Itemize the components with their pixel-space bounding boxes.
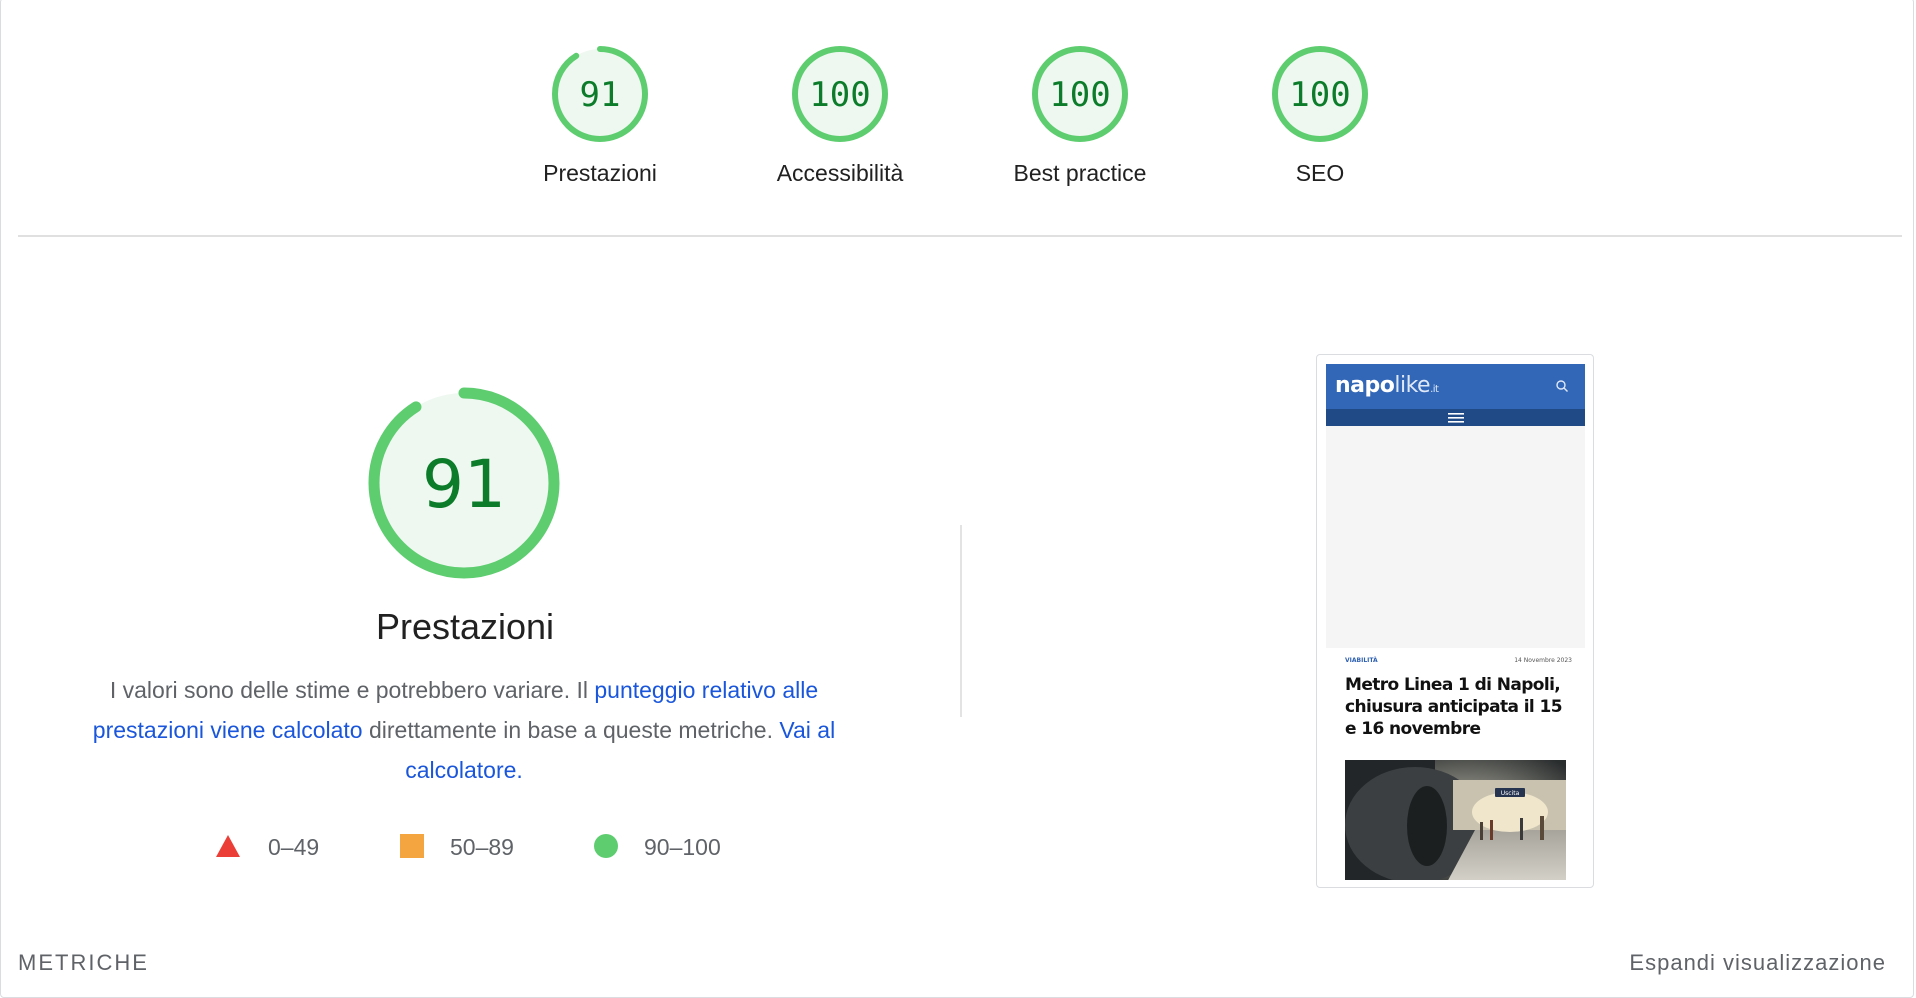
score-ring-icon: 100 bbox=[1272, 46, 1368, 142]
section-divider bbox=[18, 235, 1902, 237]
desc-text: direttamente in base a queste metriche. bbox=[362, 717, 780, 743]
vertical-separator bbox=[960, 525, 962, 717]
score-ring-icon: 100 bbox=[1032, 46, 1128, 142]
desc-text: I valori sono delle stime e potrebbero v… bbox=[109, 677, 595, 703]
gauge-score: 100 bbox=[1049, 75, 1110, 115]
gauge-best-practice[interactable]: 100 Best practice bbox=[1000, 44, 1160, 187]
performance-gauge: 91 bbox=[366, 385, 562, 581]
article-category: VIABILITÀ bbox=[1345, 657, 1378, 664]
score-ring-icon: 91 bbox=[552, 46, 648, 142]
final-screenshot: napolike.it VIABILITÀ 14 Novembre 2023 M… bbox=[1316, 354, 1594, 888]
circle-icon bbox=[594, 834, 618, 858]
square-icon bbox=[400, 834, 424, 858]
site-menu-bar bbox=[1326, 409, 1585, 426]
article-photo: Uscita bbox=[1345, 760, 1566, 880]
expand-view-button[interactable]: Espandi visualizzazione bbox=[1629, 950, 1886, 976]
site-logo: napolike.it bbox=[1335, 373, 1439, 398]
legend-range: 0–49 bbox=[268, 834, 320, 860]
gauge-label: Prestazioni bbox=[543, 160, 657, 186]
logo-light: like bbox=[1394, 373, 1431, 398]
legend-range: 90–100 bbox=[644, 834, 721, 860]
gauge-seo[interactable]: 100 SEO bbox=[1240, 44, 1400, 187]
search-icon bbox=[1556, 380, 1568, 392]
category-gauges: 91 Prestazioni 100 Accessibilità 100 Bes… bbox=[0, 44, 1916, 204]
performance-title: Prestazioni bbox=[375, 606, 555, 647]
article-headline: Metro Linea 1 di Napoli, chiusura antici… bbox=[1345, 675, 1563, 739]
gauge-score: 91 bbox=[580, 75, 621, 115]
gauge-score: 100 bbox=[809, 75, 870, 115]
metrics-section-label: METRICHE bbox=[18, 950, 149, 975]
logo-tld: .it bbox=[1430, 384, 1439, 395]
article-date: 14 Novembre 2023 bbox=[1514, 657, 1572, 664]
site-header: napolike.it bbox=[1326, 364, 1585, 409]
logo-bold: napo bbox=[1335, 373, 1395, 398]
legend-range: 50–89 bbox=[450, 834, 514, 860]
metro-tunnel-image: Uscita bbox=[1345, 760, 1566, 880]
gauge-label: Best practice bbox=[1013, 160, 1147, 186]
gauge-label: SEO bbox=[1295, 160, 1345, 186]
gauge-score: 100 bbox=[1289, 75, 1350, 115]
exit-sign-text: Uscita bbox=[1501, 790, 1520, 797]
hamburger-menu-icon bbox=[1448, 413, 1464, 423]
performance-score: 91 bbox=[422, 446, 506, 523]
screenshot-page: napolike.it VIABILITÀ 14 Novembre 2023 M… bbox=[1326, 364, 1585, 880]
gauge-accessibilita[interactable]: 100 Accessibilità bbox=[760, 44, 920, 187]
performance-description: I valori sono delle stime e potrebbero v… bbox=[62, 670, 866, 790]
triangle-icon bbox=[216, 835, 240, 857]
gauge-label: Accessibilità bbox=[776, 160, 904, 186]
gauge-prestazioni[interactable]: 91 Prestazioni bbox=[520, 44, 680, 187]
score-ring-icon: 91 bbox=[368, 387, 560, 579]
score-ring-icon: 100 bbox=[792, 46, 888, 142]
ad-placeholder bbox=[1326, 426, 1585, 648]
